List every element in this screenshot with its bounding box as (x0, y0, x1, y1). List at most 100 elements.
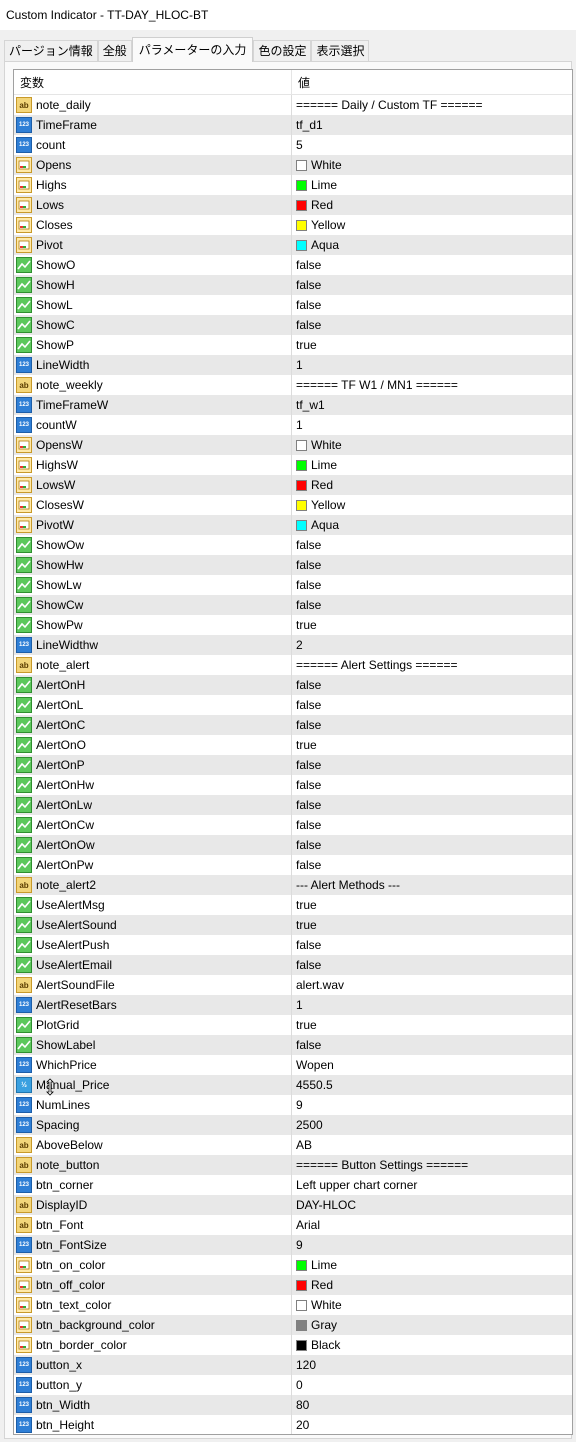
parameter-row[interactable]: AlertOnPw false (14, 855, 572, 875)
parameter-name-cell[interactable]: Highs (14, 175, 292, 195)
parameter-value-cell[interactable]: true (292, 735, 317, 755)
parameter-row[interactable]: Opens White (14, 155, 572, 175)
parameter-row[interactable]: UseAlertPush false (14, 935, 572, 955)
tab-version-info[interactable]: パージョン情報 (4, 40, 98, 61)
parameter-name-cell[interactable]: LowsW (14, 475, 292, 495)
parameter-row[interactable]: Closes Yellow (14, 215, 572, 235)
parameter-name-cell[interactable]: PlotGrid (14, 1015, 292, 1035)
parameter-name-cell[interactable]: Pivot (14, 235, 292, 255)
parameter-name-cell[interactable]: OpensW (14, 435, 292, 455)
parameter-name-cell[interactable]: ShowHw (14, 555, 292, 575)
parameter-value-cell[interactable]: 20 (292, 1415, 309, 1434)
parameter-name-cell[interactable]: ab AboveBelow (14, 1135, 292, 1155)
parameter-value-cell[interactable]: ====== Alert Settings ====== (292, 655, 457, 675)
parameter-value-cell[interactable]: 80 (292, 1395, 309, 1415)
parameter-row[interactable]: AlertOnL false (14, 695, 572, 715)
parameter-name-cell[interactable]: Closes (14, 215, 292, 235)
parameter-value-cell[interactable]: false (292, 795, 321, 815)
parameter-value-cell[interactable]: 2 (292, 635, 303, 655)
parameter-name-cell[interactable]: 123 NumLines (14, 1095, 292, 1115)
parameter-row[interactable]: AlertOnC false (14, 715, 572, 735)
parameter-row[interactable]: 123 WhichPrice Wopen (14, 1055, 572, 1075)
parameter-name-cell[interactable]: 123 btn_FontSize (14, 1235, 292, 1255)
parameter-row[interactable]: ShowLabel false (14, 1035, 572, 1055)
parameter-value-cell[interactable]: AB (292, 1135, 312, 1155)
parameter-value-cell[interactable]: 1 (292, 415, 303, 435)
parameter-value-cell[interactable]: Gray (292, 1315, 337, 1335)
parameter-name-cell[interactable]: 123 Spacing (14, 1115, 292, 1135)
parameter-row[interactable]: ShowHw false (14, 555, 572, 575)
parameter-row[interactable]: btn_border_color Black (14, 1335, 572, 1355)
parameter-name-cell[interactable]: AlertOnP (14, 755, 292, 775)
parameter-name-cell[interactable]: ShowC (14, 315, 292, 335)
parameter-name-cell[interactable]: btn_background_color (14, 1315, 292, 1335)
parameter-value-cell[interactable]: White (292, 155, 342, 175)
parameter-value-cell[interactable]: Wopen (292, 1055, 334, 1075)
parameter-value-cell[interactable]: 120 (292, 1355, 316, 1375)
parameter-row[interactable]: btn_on_color Lime (14, 1255, 572, 1275)
parameter-name-cell[interactable]: 123 countW (14, 415, 292, 435)
tab-color-settings[interactable]: 色の設定 (253, 40, 312, 61)
parameter-value-cell[interactable]: Yellow (292, 215, 345, 235)
parameter-row[interactable]: 123 btn_Height 20 (14, 1415, 572, 1434)
parameter-value-cell[interactable]: ====== Button Settings ====== (292, 1155, 468, 1175)
parameter-name-cell[interactable]: btn_on_color (14, 1255, 292, 1275)
parameter-name-cell[interactable]: UseAlertMsg (14, 895, 292, 915)
parameter-row[interactable]: AlertOnP false (14, 755, 572, 775)
parameter-value-cell[interactable]: 2500 (292, 1115, 323, 1135)
parameter-row[interactable]: ShowC false (14, 315, 572, 335)
parameter-value-cell[interactable]: 4550.5 (292, 1075, 333, 1095)
parameter-value-cell[interactable]: ====== Daily / Custom TF ====== (292, 95, 483, 115)
parameter-value-cell[interactable]: false (292, 855, 321, 875)
parameter-value-cell[interactable]: White (292, 435, 342, 455)
parameter-value-cell[interactable]: 1 (292, 355, 303, 375)
parameter-row[interactable]: 123 LineWidth 1 (14, 355, 572, 375)
parameter-value-cell[interactable]: Arial (292, 1215, 320, 1235)
parameter-row[interactable]: LowsW Red (14, 475, 572, 495)
parameter-name-cell[interactable]: AlertOnO (14, 735, 292, 755)
parameter-name-cell[interactable]: ShowLw (14, 575, 292, 595)
parameter-name-cell[interactable]: btn_border_color (14, 1335, 292, 1355)
parameter-row[interactable]: ab note_weekly ====== TF W1 / MN1 ====== (14, 375, 572, 395)
parameter-row[interactable]: ShowLw false (14, 575, 572, 595)
parameter-row[interactable]: Lows Red (14, 195, 572, 215)
parameter-row[interactable]: ShowL false (14, 295, 572, 315)
parameter-value-cell[interactable]: --- Alert Methods --- (292, 875, 400, 895)
parameter-name-cell[interactable]: ShowLabel (14, 1035, 292, 1055)
parameter-row[interactable]: 123 btn_corner Left upper chart corner (14, 1175, 572, 1195)
parameter-row[interactable]: UseAlertSound true (14, 915, 572, 935)
parameter-name-cell[interactable]: ab AlertSoundFile (14, 975, 292, 995)
parameter-row[interactable]: btn_text_color White (14, 1295, 572, 1315)
parameter-name-cell[interactable]: AlertOnHw (14, 775, 292, 795)
parameter-value-cell[interactable]: Red (292, 475, 333, 495)
parameter-value-cell[interactable]: false (292, 815, 321, 835)
parameter-name-cell[interactable]: HighsW (14, 455, 292, 475)
parameter-name-cell[interactable]: ab btn_Font (14, 1215, 292, 1235)
parameter-name-cell[interactable]: AlertOnCw (14, 815, 292, 835)
parameter-row[interactable]: ab note_button ====== Button Settings ====… (14, 1155, 572, 1175)
parameter-value-cell[interactable]: false (292, 575, 321, 595)
parameter-row[interactable]: ab note_alert2 --- Alert Methods --- (14, 875, 572, 895)
column-header-value[interactable]: 値 (292, 74, 310, 91)
parameter-row[interactable]: Pivot Aqua (14, 235, 572, 255)
parameter-row[interactable]: ShowPw true (14, 615, 572, 635)
parameter-value-cell[interactable]: false (292, 295, 321, 315)
parameter-value-cell[interactable]: tf_w1 (292, 395, 325, 415)
parameter-name-cell[interactable]: ab DisplayID (14, 1195, 292, 1215)
parameter-row[interactable]: 123 button_x 120 (14, 1355, 572, 1375)
tab-input-parameters[interactable]: パラメーターの入力 (131, 37, 254, 62)
parameter-row[interactable]: UseAlertEmail false (14, 955, 572, 975)
parameter-value-cell[interactable]: false (292, 755, 321, 775)
parameter-value-cell[interactable]: false (292, 695, 321, 715)
parameter-value-cell[interactable]: false (292, 835, 321, 855)
parameter-value-cell[interactable]: Red (292, 1275, 333, 1295)
parameter-name-cell[interactable]: 123 btn_Width (14, 1395, 292, 1415)
parameter-row[interactable]: Highs Lime (14, 175, 572, 195)
parameter-name-cell[interactable]: ab note_alert2 (14, 875, 292, 895)
parameter-name-cell[interactable]: ShowCw (14, 595, 292, 615)
parameter-value-cell[interactable]: true (292, 895, 317, 915)
tab-general[interactable]: 全般 (97, 40, 132, 61)
parameter-row[interactable]: AlertOnOw false (14, 835, 572, 855)
parameter-value-cell[interactable]: false (292, 715, 321, 735)
parameter-name-cell[interactable]: ab note_alert (14, 655, 292, 675)
